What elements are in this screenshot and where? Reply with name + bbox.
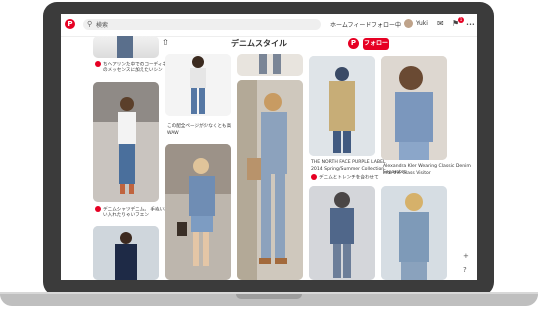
search-placeholder: 検索 (96, 22, 109, 29)
pin-caption: デニムとトレンチを合わせて (319, 175, 379, 181)
pin-caption: のメッセンスに加えたいシン (103, 68, 163, 73)
pin-image[interactable] (165, 54, 231, 116)
board-title: デニムスタイル (231, 39, 287, 48)
avatar (404, 19, 413, 28)
pin-image[interactable] (381, 186, 447, 280)
pin-caption: い入れたりゃいフエン (103, 213, 149, 218)
pin-image[interactable] (381, 56, 447, 160)
pin-image[interactable] (93, 82, 159, 202)
pin-caption-row: デニムシャツデニム。 手ぬいおう (95, 206, 173, 213)
pinner-avatar[interactable] (95, 206, 101, 212)
pin-image[interactable] (93, 36, 159, 58)
search-icon: ⚲ (87, 20, 93, 28)
search-input[interactable]: ⚲ 検索 (83, 19, 321, 30)
pin-caption: Into the Glass Visitor (383, 171, 431, 176)
follow-button[interactable]: フォロー (363, 38, 389, 50)
pin-caption-row: ちヘアリンた中でのコーディネー (95, 61, 172, 68)
help-button[interactable]: ? (463, 266, 467, 274)
home-feed-link[interactable]: ホームフィード (330, 20, 371, 29)
more-icon[interactable]: ••• (466, 22, 475, 28)
pin-caption: THE NORTH FACE PURPLE LABEL (311, 160, 386, 165)
notification-badge: 1 (458, 17, 464, 23)
pin-caption: デニムシャツデニム。 手ぬいおう (103, 207, 174, 213)
pinner-avatar[interactable] (311, 174, 317, 180)
upload-icon[interactable]: ⇧ (162, 38, 169, 47)
pinterest-logo[interactable]: P (65, 19, 75, 29)
board-owner-logo[interactable]: P (348, 38, 359, 49)
screen: P ⚲ 検索 ホームフィード フォロー中 Yuki ✉ ⚑ 1 ••• ⇧ デニ… (61, 14, 477, 280)
top-nav: P ⚲ 検索 ホームフィード フォロー中 Yuki ✉ ⚑ 1 ••• (61, 14, 477, 37)
pin-caption: 2014 Spring/Summer Collection (311, 167, 385, 172)
pin-caption: WAW (167, 131, 179, 136)
add-pin-button[interactable]: + (463, 252, 469, 260)
pin-caption: この配全ページが少なくとも高 (167, 124, 232, 129)
pin-image[interactable] (237, 80, 303, 280)
following-link[interactable]: フォロー中 (371, 20, 401, 29)
pin-image[interactable] (93, 226, 159, 280)
pin-image[interactable] (237, 54, 303, 76)
pin-caption: ちヘアリンた中でのコーディネー (103, 62, 172, 68)
message-icon[interactable]: ✉ (437, 19, 444, 28)
pin-image[interactable] (309, 56, 375, 156)
pinner-avatar[interactable] (95, 61, 101, 67)
laptop-notch (236, 294, 302, 299)
user-name: Yuki (416, 20, 428, 27)
pin-caption-row: デニムとトレンチを合わせて (311, 174, 379, 181)
pin-image[interactable] (309, 186, 375, 280)
pin-image[interactable] (165, 144, 231, 280)
